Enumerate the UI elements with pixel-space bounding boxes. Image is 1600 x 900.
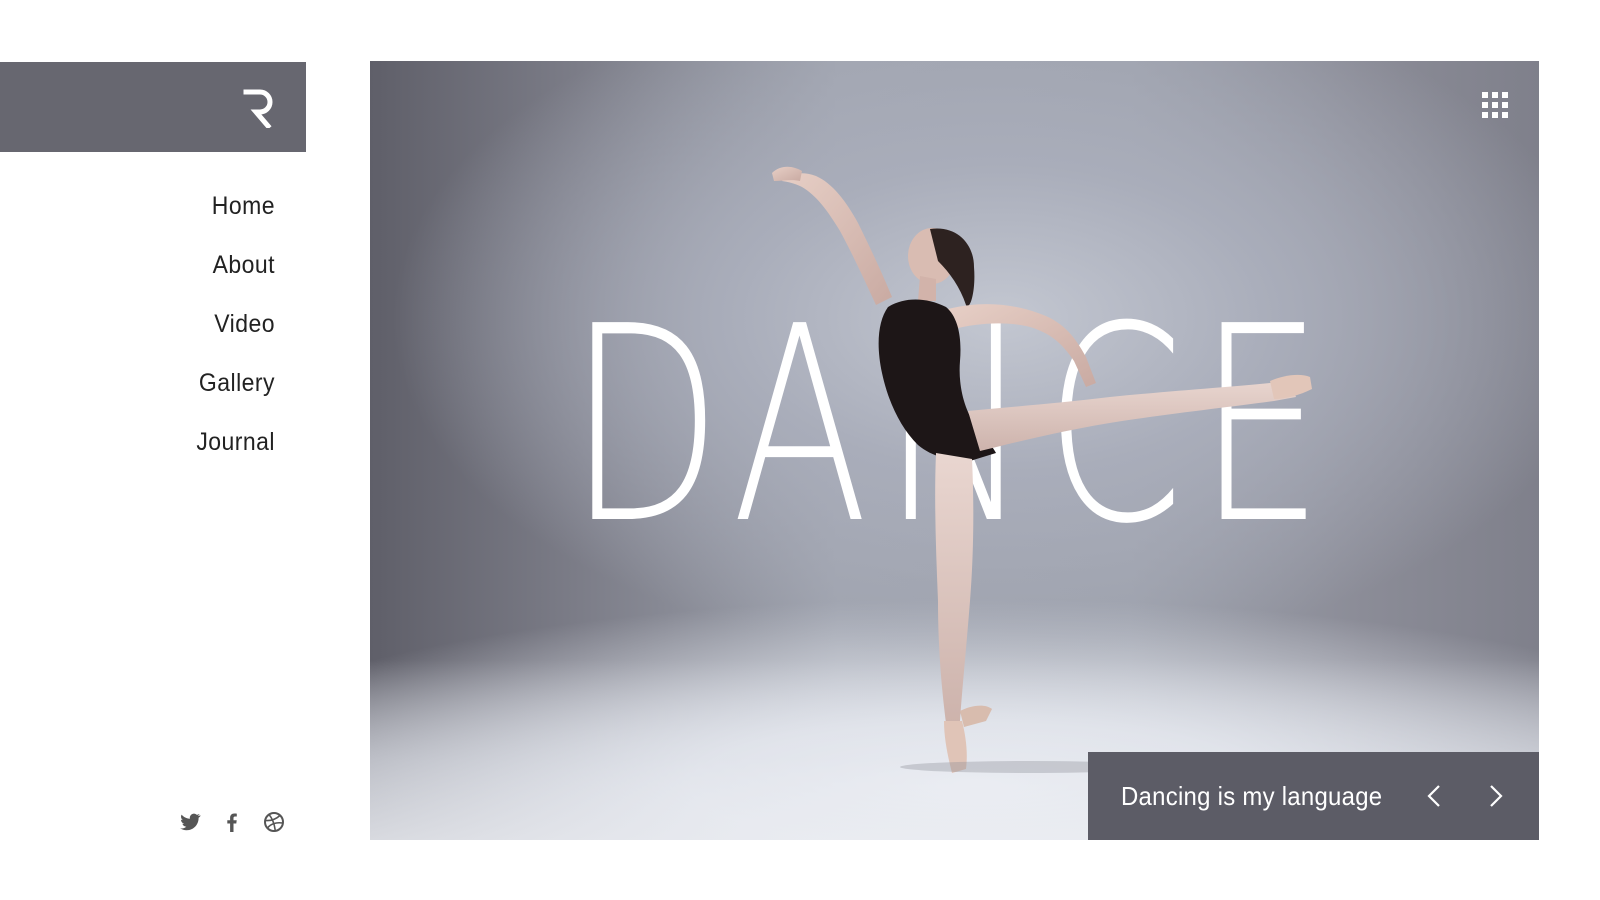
nav-item-journal[interactable]: Journal <box>22 422 275 481</box>
nav-item-video[interactable]: Video <box>22 304 275 363</box>
chevron-left-icon <box>1427 785 1440 807</box>
main-nav: Home About Video Gallery Journal <box>0 186 275 481</box>
nav-item-home[interactable]: Home <box>22 186 275 245</box>
twitter-icon[interactable] <box>178 810 202 834</box>
prev-slide-button[interactable] <box>1421 782 1449 810</box>
facebook-icon[interactable] <box>220 810 244 834</box>
ballet-dancer-image <box>772 166 1312 773</box>
r-logo-icon <box>243 89 273 128</box>
hero-slide: DANCE <box>370 61 1539 840</box>
slide-caption-bar: Dancing is my language <box>1088 752 1539 840</box>
slide-caption: Dancing is my language <box>1121 781 1383 811</box>
grid-menu-icon[interactable] <box>1481 91 1509 119</box>
next-slide-button[interactable] <box>1481 782 1509 810</box>
nav-item-about[interactable]: About <box>22 245 275 304</box>
social-links <box>178 810 286 834</box>
page: Home About Video Gallery Journal DANCE <box>0 0 1600 900</box>
dribbble-icon[interactable] <box>262 810 286 834</box>
nav-item-gallery[interactable]: Gallery <box>22 363 275 422</box>
chevron-right-icon <box>1490 785 1503 807</box>
logo-block[interactable] <box>0 62 306 152</box>
